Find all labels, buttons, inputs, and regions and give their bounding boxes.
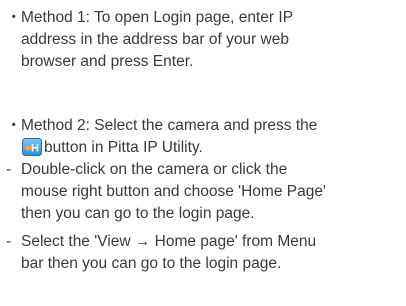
method-1-text-1: Method 1: To open Login page, enter IP — [21, 9, 294, 26]
double-click-text-3: then you can go to the login page. — [21, 205, 255, 222]
svg-text:H: H — [31, 143, 39, 155]
method-1-line-1: ・ Method 1: To open Login page, enter IP — [0, 7, 406, 29]
view-menu-text-1: Select the 'View → Home page' from Menu — [21, 233, 317, 250]
method-2-text-1: Method 2: Select the camera and press th… — [21, 117, 318, 134]
method-2-line-2: H button in Pitta IP Utility. — [0, 137, 406, 159]
bullet: ・ — [6, 117, 22, 134]
double-click-option: - Double-click on the camera or click th… — [0, 159, 406, 225]
method-1-text-2: address in the address bar of your web — [21, 31, 289, 48]
dash-marker: - — [6, 161, 12, 178]
double-click-line-1: - Double-click on the camera or click th… — [0, 159, 406, 181]
method-2-line-1: ・ Method 2: Select the camera and press … — [0, 115, 406, 137]
method-1-line-3: browser and press Enter. — [0, 51, 406, 73]
method-2-section: ・ Method 2: Select the camera and press … — [0, 115, 406, 159]
view-menu-text-2: bar then you can go to the login page. — [21, 255, 282, 272]
dash-marker: - — [6, 233, 12, 250]
view-menu-line-2: bar then you can go to the login page. — [0, 253, 406, 275]
double-click-text-1: Double-click on the camera or click the — [21, 161, 288, 178]
view-menu-option: - Select the 'View → Home page' from Men… — [0, 231, 406, 275]
method-2-text-2: button in Pitta IP Utility. — [44, 139, 203, 156]
view-menu-line-1: - Select the 'View → Home page' from Men… — [0, 231, 406, 253]
double-click-line-2: mouse right button and choose 'Home Page… — [0, 181, 406, 203]
bullet: ・ — [6, 9, 22, 26]
double-click-line-3: then you can go to the login page. — [0, 203, 406, 225]
method-1-section: ・ Method 1: To open Login page, enter IP… — [0, 7, 406, 73]
method-1-line-2: address in the address bar of your web — [0, 29, 406, 51]
method-1-text-3: browser and press Enter. — [21, 53, 194, 70]
double-click-text-2: mouse right button and choose 'Home Page… — [21, 183, 326, 200]
home-page-h-icon: H — [22, 138, 42, 156]
